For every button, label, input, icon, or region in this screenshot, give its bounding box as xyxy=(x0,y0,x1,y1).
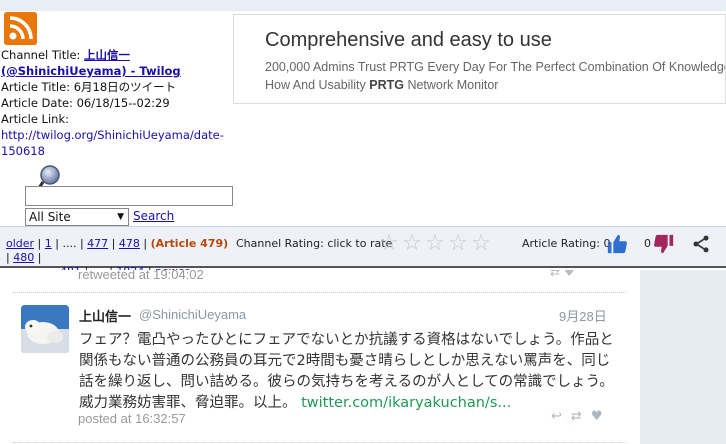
top-strip xyxy=(0,0,726,11)
thumbs-up-icon[interactable] xyxy=(606,233,628,255)
pager-current: (Article 479) xyxy=(150,237,229,250)
pager-page-480[interactable]: 480 xyxy=(13,251,34,264)
previous-tweet-posted: retweeted at 19:04:02 xyxy=(78,270,204,282)
ad-body[interactable]: 200,000 Admins Trust PRTG Every Day For … xyxy=(265,58,726,94)
navigation-bar: older | 1 | .... | 477 | 478 | (Article … xyxy=(0,226,726,278)
divider xyxy=(12,292,626,293)
article-rating: Article Rating: 0 xyxy=(522,237,610,250)
thumbs-down-count: 0 xyxy=(644,237,651,250)
reply-icon[interactable]: ↩ xyxy=(551,409,562,424)
article-rating-label: Article Rating: xyxy=(522,237,600,250)
tweet-date[interactable]: 9月28日 xyxy=(559,306,607,325)
feed-side-background xyxy=(640,270,726,444)
pager-older[interactable]: older xyxy=(6,237,34,250)
pager-ellipsis: .... xyxy=(62,237,77,250)
tweet-body: フェア？電凸やったひとにフェアでないとか抗議する資格はないでしょう。作品と関係も… xyxy=(79,330,614,414)
ad-title[interactable]: Comprehensive and easy to use xyxy=(265,29,552,52)
tweet-author-handle[interactable]: @ShinichiUeyama xyxy=(139,307,246,322)
site-scope-value: All Site xyxy=(29,210,71,224)
divider xyxy=(12,442,626,443)
tweet-link[interactable]: twitter.com/ikaryakuchan/s... xyxy=(301,395,511,411)
article-link-label: Article Link: xyxy=(1,112,69,126)
article-title-value: 6月18日のツイート xyxy=(73,80,177,94)
chevron-down-icon: ▼ xyxy=(117,212,124,222)
star-icon[interactable]: ☆ xyxy=(378,233,400,255)
share-icon[interactable] xyxy=(691,234,711,254)
previous-tweet-actions: ⇄ ♥ xyxy=(550,270,575,279)
tweet-author-name[interactable]: 上山信一 xyxy=(79,306,131,325)
ad-brand: PRTG xyxy=(369,78,404,92)
tweet-feed: retweeted at 19:04:02 ⇄ ♥ 上山信一 @Shinichi… xyxy=(0,270,640,444)
search-input[interactable] xyxy=(25,186,233,206)
pager-page-477[interactable]: 477 xyxy=(87,237,108,250)
article-title-label: Article Title: xyxy=(1,80,71,94)
heart-icon[interactable]: ♥ xyxy=(564,270,575,279)
ad-line-2-suffix: Network Monitor xyxy=(407,78,499,92)
search-button[interactable]: Search xyxy=(133,209,174,223)
heart-icon[interactable]: ♥ xyxy=(591,409,603,424)
rss-feed-icon[interactable] xyxy=(4,12,37,45)
avatar[interactable] xyxy=(21,305,69,353)
article-date-value: 06/18/15--02:29 xyxy=(76,96,170,110)
channel-rating-stars[interactable]: ☆ ☆ ☆ ☆ ☆ xyxy=(378,233,492,255)
star-icon[interactable]: ☆ xyxy=(424,233,446,255)
retweet-icon[interactable]: ⇄ xyxy=(550,270,560,279)
ad-line-2: How And Usability PRTG Network Monitor xyxy=(265,76,725,94)
channel-rating-label: Channel Rating: click to rate xyxy=(236,237,393,250)
article-link[interactable]: http://twilog.org/ShinichiUeyama/date-15… xyxy=(1,128,224,158)
star-icon[interactable]: ☆ xyxy=(401,233,423,255)
pager-page-478[interactable]: 478 xyxy=(119,237,140,250)
retweet-icon[interactable]: ⇄ xyxy=(571,409,582,424)
ad-line-2-prefix: How And Usability xyxy=(265,78,366,92)
star-icon[interactable]: ☆ xyxy=(470,233,492,255)
pager-page-1[interactable]: 1 xyxy=(45,237,52,250)
star-icon[interactable]: ☆ xyxy=(447,233,469,255)
site-scope-select[interactable]: All Site ▼ xyxy=(25,208,129,226)
tweet-posted-time: posted at 16:32:57 xyxy=(78,411,186,426)
channel-meta: Channel Title: 上山信一 (@ShinichiUeyama) - … xyxy=(1,47,226,159)
article-date-label: Article Date: xyxy=(1,96,73,110)
thumbs-down-icon[interactable] xyxy=(653,233,675,255)
tweet-actions: ↩ ⇄ ♥ xyxy=(551,409,602,424)
advertisement-banner[interactable]: Comprehensive and easy to use 200,000 Ad… xyxy=(233,14,726,104)
ad-line-1: 200,000 Admins Trust PRTG Every Day For … xyxy=(265,60,726,74)
channel-title-label: Channel Title: xyxy=(1,48,81,62)
